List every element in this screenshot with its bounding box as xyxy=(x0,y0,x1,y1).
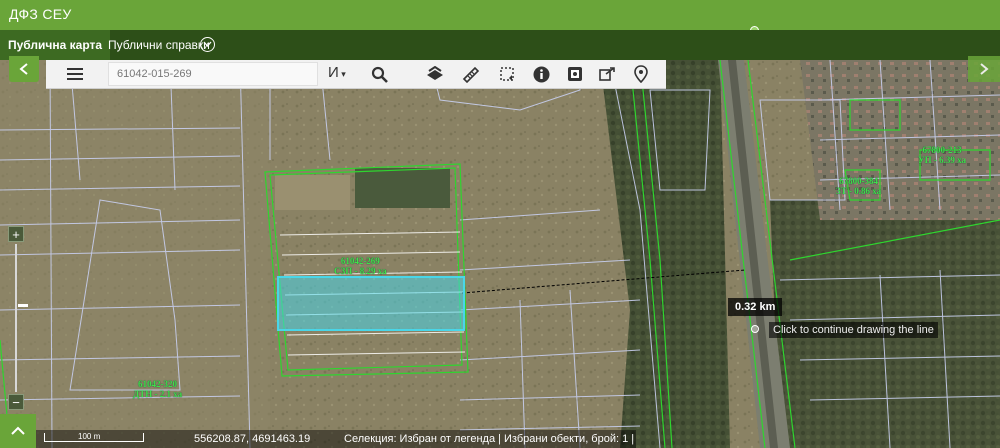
top-bar: ДФЗ СЕУ xyxy=(0,0,1000,35)
parcel-label: 67800-213 УП - 6.39 ха xyxy=(918,145,966,165)
chevron-right-icon xyxy=(980,63,989,75)
draw-area-button[interactable] xyxy=(492,60,522,88)
export-icon xyxy=(599,67,615,81)
layers-button[interactable] xyxy=(420,60,450,88)
zoom-in-button[interactable]: + xyxy=(8,226,24,242)
status-bar: 100 m 556208.87, 4691463.19 Селекция: Из… xyxy=(36,430,636,448)
side-panel-button[interactable] xyxy=(968,56,1000,82)
search-icon xyxy=(371,66,388,83)
back-button[interactable] xyxy=(9,56,39,82)
map-canvas[interactable]: 61042-269 СЗП - 8.29 ха 61042-320 ДТН - 2.… xyxy=(0,60,1000,448)
zoom-handle[interactable] xyxy=(18,304,28,307)
parcel-label: 61042-320 ДТН - 2.1 ха xyxy=(133,379,183,399)
coordinates-readout: 556208.87, 4691463.19 xyxy=(194,433,311,445)
map-toolbar: 61042-015-269 И ▾ xyxy=(46,60,666,89)
export-button[interactable] xyxy=(592,60,622,88)
chevron-up-icon xyxy=(11,426,25,435)
measure-hint: Click to continue drawing the line xyxy=(769,322,938,338)
map-pin-icon xyxy=(634,65,648,83)
search-input[interactable]: 61042-015-269 xyxy=(108,62,318,86)
menu-button[interactable] xyxy=(60,60,90,88)
document-icon xyxy=(568,67,582,81)
locate-button[interactable] xyxy=(626,60,656,88)
caret-down-icon: ▾ xyxy=(338,69,346,79)
scale-label: 100 m xyxy=(78,432,101,441)
zoom-control: + − xyxy=(8,226,28,410)
search-operator-select[interactable]: И ▾ xyxy=(328,64,346,81)
ruler-icon xyxy=(462,66,480,83)
parcel-label: 67800-384 ЗТ - 0.86 ха xyxy=(836,176,882,196)
info-icon xyxy=(533,66,549,82)
selection-status: Селекция: Избран от легенда | Избрани об… xyxy=(344,433,635,445)
zoom-out-button[interactable]: − xyxy=(8,394,24,410)
draw-cursor xyxy=(751,325,759,333)
measure-button[interactable] xyxy=(456,60,486,88)
info-button[interactable] xyxy=(526,60,556,88)
nav-bar: Публична карта Публични справки xyxy=(0,30,1000,60)
selected-parcel[interactable] xyxy=(277,276,465,331)
area-icon xyxy=(500,67,514,81)
print-button[interactable] xyxy=(560,60,590,88)
zoom-slider[interactable] xyxy=(15,244,28,392)
expand-panel-button[interactable] xyxy=(0,414,36,448)
measure-distance-label: 0.32 km xyxy=(728,298,783,316)
chevron-left-icon xyxy=(19,63,28,75)
hamburger-icon xyxy=(67,68,83,80)
app-title: ДФЗ СЕУ xyxy=(9,6,72,22)
search-operator-value: И xyxy=(328,64,339,81)
layers-icon xyxy=(427,66,443,80)
parcel-label: 61042-269 СЗП - 8.29 ха xyxy=(334,256,387,276)
chevron-down-icon[interactable] xyxy=(200,37,215,52)
search-button[interactable] xyxy=(364,60,394,88)
